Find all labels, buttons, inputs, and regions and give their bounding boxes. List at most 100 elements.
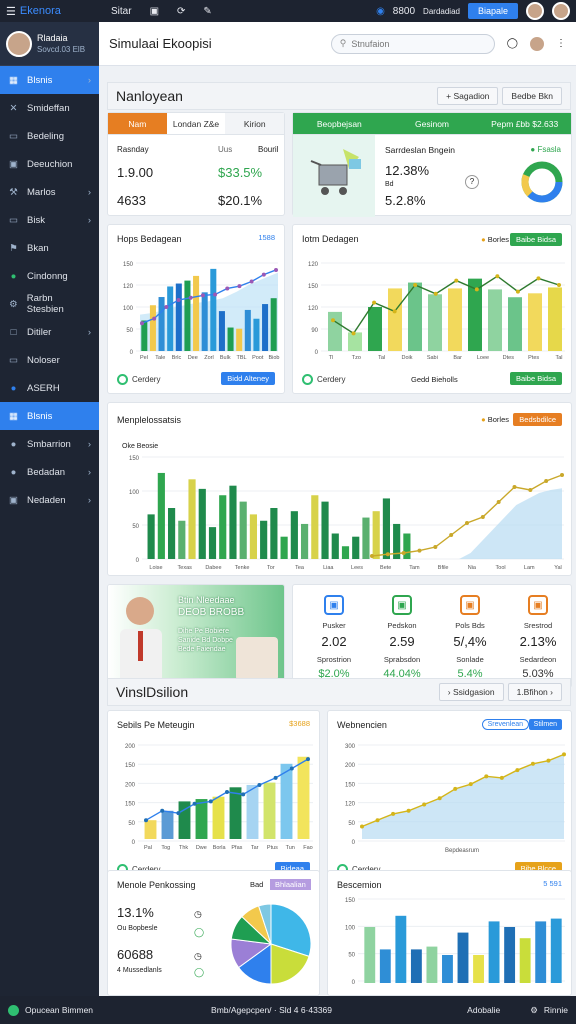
search-icon: ⚲ bbox=[339, 38, 347, 48]
help-icon[interactable]: ? bbox=[465, 175, 479, 189]
chart-1-button[interactable]: Bidd Alteney bbox=[221, 372, 275, 385]
sidebar-item-label: Smbarrion bbox=[27, 438, 71, 450]
pen-icon[interactable]: ✎ bbox=[203, 6, 211, 17]
card-a-tab-1[interactable]: Nam bbox=[108, 113, 167, 134]
chart-1-tag: 1588 bbox=[258, 233, 275, 242]
data-point bbox=[515, 289, 520, 294]
pie-chart-svg bbox=[230, 903, 312, 985]
chart-5-chip-1[interactable]: Srevenlean bbox=[481, 719, 529, 730]
more-icon[interactable]: ⋮ bbox=[556, 38, 566, 49]
card-b-tab-2[interactable]: Gesinom bbox=[386, 113, 479, 134]
stat-item-1[interactable]: ▣ Pedskon 2.59 Sprabsdon 44.04% bbox=[367, 595, 437, 680]
sidebar-item-13[interactable]: ● Smbarrion › bbox=[0, 430, 99, 458]
shield-icon[interactable]: ◯ bbox=[507, 38, 518, 49]
user-avatar[interactable] bbox=[526, 2, 544, 20]
x-tick-label: Zorl bbox=[204, 355, 213, 361]
chart-2-footer[interactable]: Cerdery bbox=[302, 374, 345, 385]
menu-icon[interactable]: ☰ bbox=[6, 5, 16, 18]
bar bbox=[253, 318, 260, 351]
chart-3-button[interactable]: Bedsbdilce bbox=[513, 413, 562, 426]
x-tick-label: Dwe bbox=[196, 845, 207, 851]
stat-item-0[interactable]: ▣ Pusker 2.02 Sprostrion $2.0% bbox=[299, 595, 369, 680]
section-overview-button-1[interactable]: + Sagadion bbox=[437, 87, 499, 105]
sidebar-item-7[interactable]: ● Cindonng bbox=[0, 262, 99, 290]
card-a-tab-2[interactable]: Londan Z&e bbox=[167, 113, 226, 134]
chart-1-footer[interactable]: Cerdery bbox=[117, 374, 160, 385]
bottom-left-label[interactable]: Opucean Bimmen bbox=[25, 1005, 93, 1015]
chart-panel-3: Menplelossatsis ● Borles Bedsbdilce Oke … bbox=[107, 402, 572, 576]
bag-icon: ▣ bbox=[9, 158, 18, 170]
chart-6-svg: 150 100 50 0 bbox=[345, 898, 565, 986]
bar bbox=[382, 498, 391, 559]
stat-item-3[interactable]: ▣ Srestrod 2.13% Sedardeon 5.03% bbox=[503, 595, 573, 680]
stat-item-2[interactable]: ▣ Pols Bds 5/,4% Sonlade 5.4% bbox=[435, 595, 505, 680]
section-distribution-button-1[interactable]: › Ssidgasion bbox=[438, 683, 504, 701]
bottom-right-label-2[interactable]: Rinnie bbox=[544, 1005, 568, 1015]
top-tab-sitar[interactable]: Sitar bbox=[111, 6, 132, 17]
screen-icon[interactable]: ▣ bbox=[150, 6, 159, 17]
x-tick-label: Tun bbox=[286, 845, 295, 851]
data-point bbox=[515, 768, 520, 773]
chart-panel-4: Sebils Pe Meteugin $3688 200 150 200 150 50 0… bbox=[107, 710, 320, 884]
y-tick-label: 0 bbox=[136, 558, 140, 564]
sidebar-item-15[interactable]: ▣ Nedaden › bbox=[0, 486, 99, 514]
card-a-tab-3[interactable]: Kirion bbox=[225, 113, 285, 134]
doc-icon: ▭ bbox=[9, 214, 18, 226]
user-label[interactable]: Dardadiad bbox=[423, 7, 460, 16]
sidebar-item-label: Bisk bbox=[27, 214, 45, 226]
sidebar-item-11[interactable]: ● ASERH bbox=[0, 374, 99, 402]
sidebar-item-label: Ditiler bbox=[27, 326, 52, 338]
x-tick-label: Nia bbox=[468, 565, 477, 571]
card-a-value-2: $33.5% bbox=[218, 165, 263, 180]
data-point bbox=[176, 811, 181, 816]
sidebar-item-14[interactable]: ● Bedadan › bbox=[0, 458, 99, 486]
cart-illustration bbox=[293, 135, 375, 217]
promo-banner[interactable]: Btin Nleedaae DEOB BROBB Dihe Pe Bobiere… bbox=[107, 584, 285, 688]
sidebar-item-2[interactable]: ▭ Bedeling bbox=[0, 122, 99, 150]
gear-icon[interactable]: ⚙ bbox=[530, 1005, 538, 1016]
x-tick-label: Doik bbox=[401, 355, 412, 361]
top-action-button[interactable]: Biapale bbox=[467, 3, 518, 19]
sidebar-item-8[interactable]: ⚙ Rarbn Stesbien bbox=[0, 290, 99, 318]
sidebar-profile[interactable]: Rladaia Sovcd.03 ElB bbox=[0, 22, 99, 66]
card-b-tab-1[interactable]: Beopbejsan bbox=[293, 113, 386, 134]
brand[interactable]: ☰ Ekenora bbox=[0, 5, 99, 18]
sidebar-item-9[interactable]: □ Ditiler › bbox=[0, 318, 99, 346]
search-input[interactable] bbox=[351, 38, 472, 49]
y-tick-label: 0 bbox=[315, 350, 319, 356]
pie-panel: Menole Penkossing Bad Bhlaalian 13.1% Ou… bbox=[107, 870, 320, 996]
search-box[interactable]: ⚲ bbox=[330, 33, 495, 54]
card-b-tabs: Beopbejsan Gesinom Pepm £bb $2.633 bbox=[293, 113, 571, 135]
sidebar-item-0[interactable]: ▦ Blsnis › bbox=[0, 66, 99, 94]
sidebar-item-10[interactable]: ▭ Noloser bbox=[0, 346, 99, 374]
second-avatar[interactable] bbox=[552, 2, 570, 20]
section-distribution-button-2[interactable]: 1.Bfihon › bbox=[507, 683, 562, 701]
bar bbox=[184, 280, 191, 351]
bar bbox=[175, 283, 182, 351]
bar bbox=[535, 921, 547, 983]
sidebar-item-4[interactable]: ⚒ Marlos › bbox=[0, 178, 99, 206]
y-tick-label: 150 bbox=[125, 802, 136, 808]
card-b-tab-3[interactable]: Pepm £bb $2.633 bbox=[478, 113, 571, 134]
sidebar-item-6[interactable]: ⚑ Bkan bbox=[0, 234, 99, 262]
refresh-icon[interactable]: ⟳ bbox=[177, 6, 185, 17]
chart-5-chip-2[interactable]: Stilmen bbox=[528, 719, 562, 730]
chart-2-bottom-button[interactable]: Baibe Bidsa bbox=[509, 372, 562, 385]
bar bbox=[403, 533, 411, 559]
data-point bbox=[453, 786, 458, 791]
chart-2-top-button[interactable]: Baibe Bidsa bbox=[509, 233, 562, 246]
bottom-right-label-1[interactable]: Adobalie bbox=[467, 1005, 500, 1015]
screen-icon: □ bbox=[10, 326, 17, 338]
bar bbox=[193, 275, 200, 351]
header-avatar[interactable] bbox=[528, 34, 546, 53]
sidebar-item-3[interactable]: ▣ Deeuchion bbox=[0, 150, 99, 178]
sidebar-item-12[interactable]: ▦ Blsnis bbox=[0, 402, 99, 430]
top-bar: ☰ Ekenora Sitar ▣ ⟳ ✎ ◉ 8800 Dardadiad B… bbox=[0, 0, 576, 22]
section-overview-button-2[interactable]: Bedbe Bkn bbox=[502, 87, 562, 105]
pie-tag-2[interactable]: Bhlaalian bbox=[270, 879, 311, 890]
sidebar-item-1[interactable]: ✕ Smideffan bbox=[0, 94, 99, 122]
y-tick-label: 300 bbox=[345, 744, 356, 750]
location-icon[interactable]: ◉ bbox=[376, 6, 385, 17]
sidebar-item-5[interactable]: ▭ Bisk › bbox=[0, 206, 99, 234]
bar bbox=[208, 527, 217, 559]
